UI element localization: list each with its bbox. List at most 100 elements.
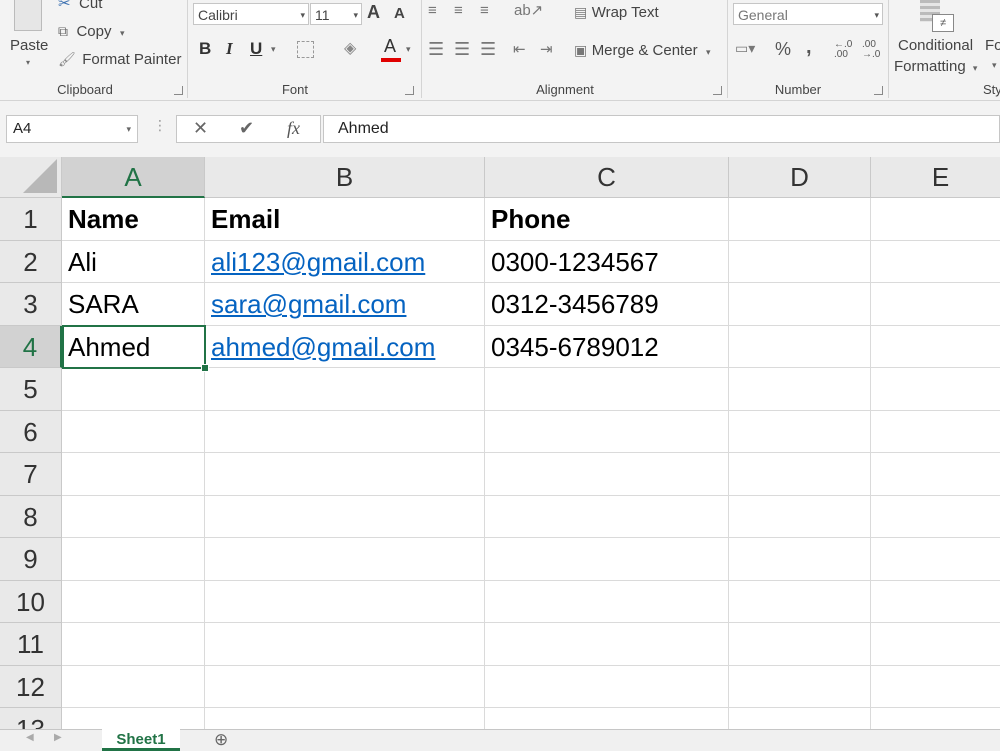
column-header-a[interactable]: A [62,157,205,198]
row-header-8[interactable]: 8 [0,495,62,538]
cell-b8[interactable] [205,495,485,538]
cell-d8[interactable] [729,495,871,538]
cell-a4[interactable]: Ahmed [62,325,205,368]
cell-c12[interactable] [485,665,729,708]
increase-indent-icon[interactable]: ⇥ [540,40,553,58]
cancel-icon[interactable]: ✕ [193,118,208,139]
cell-c6[interactable] [485,410,729,453]
format-painter-button[interactable]: 🖌 Format Painter [58,51,181,71]
cell-d2[interactable] [729,240,871,283]
sheet-tab-sheet1[interactable]: Sheet1 [102,729,180,751]
cell-a13[interactable] [62,708,205,729]
conditional-formatting-button[interactable]: ≠ Conditional Formatting ▾ [894,0,984,78]
cell-a11[interactable] [62,623,205,666]
wrap-text-button[interactable]: ▤ Wrap Text [574,4,659,22]
row-header-11[interactable]: 11 [0,623,62,666]
cell-c13[interactable] [485,708,729,729]
chevron-down-icon[interactable]: ▾ [406,44,411,55]
cell-d11[interactable] [729,623,871,666]
row-header-3[interactable]: 3 [0,283,62,326]
orientation-icon[interactable]: ab↗ [514,1,543,19]
align-center-icon[interactable]: ☰ [454,39,470,60]
column-header-d[interactable]: D [729,157,871,198]
cell-d13[interactable] [729,708,871,729]
cell-d12[interactable] [729,665,871,708]
enter-icon[interactable]: ✔ [239,118,254,139]
cell-a5[interactable] [62,368,205,411]
cell-e13[interactable] [871,708,1000,729]
grow-font-button[interactable]: A [367,2,380,23]
fill-handle[interactable] [201,364,209,372]
cell-a8[interactable] [62,495,205,538]
font-name-select[interactable]: Calibri ▾ [193,3,309,25]
copy-button[interactable]: ⧉ Copy ▾ [58,23,124,43]
cell-b5[interactable] [205,368,485,411]
align-left-icon[interactable]: ☰ [428,39,444,60]
row-header-10[interactable]: 10 [0,580,62,623]
cell-c5[interactable] [485,368,729,411]
align-top-icon[interactable]: ≡ [428,2,437,19]
dialog-launcher-icon[interactable] [405,86,414,95]
cut-button[interactable]: ✂ Cut [58,0,102,14]
cell-e5[interactable] [871,368,1000,411]
scroll-left-icon[interactable]: ◀ [26,732,34,743]
cell-d6[interactable] [729,410,871,453]
row-header-5[interactable]: 5 [0,368,62,411]
shrink-font-button[interactable]: A [394,5,405,22]
cell-e6[interactable] [871,411,1000,453]
cell-e8[interactable] [871,496,1000,538]
cell-a3[interactable]: SARA [62,283,205,326]
cell-b9[interactable] [205,538,485,581]
cell-c10[interactable] [485,580,729,623]
cell-b10[interactable] [205,580,485,623]
cell-b3[interactable]: sara@gmail.com [205,283,485,326]
add-sheet-icon[interactable]: ⊕ [214,730,228,750]
dialog-launcher-icon[interactable] [174,86,183,95]
cell-b2[interactable]: ali123@gmail.com [205,240,485,283]
bold-button[interactable]: B [199,39,211,59]
cell-b12[interactable] [205,665,485,708]
cell-c1[interactable]: Phone [485,198,729,241]
row-header-4[interactable]: 4 [0,325,62,368]
merge-center-button[interactable]: ▣ Merge & Center ▾ [574,42,711,60]
column-header-e[interactable]: E [871,157,1000,198]
cell-a9[interactable] [62,538,205,581]
format-as-table-button[interactable]: Fo [985,37,1000,54]
row-header-6[interactable]: 6 [0,410,62,453]
formula-input[interactable]: Ahmed [323,115,1000,143]
align-right-icon[interactable]: ☰ [480,39,496,60]
cell-a12[interactable] [62,665,205,708]
cell-c3[interactable]: 0312-3456789 [485,283,729,326]
cell-c2[interactable]: 0300-1234567 [485,240,729,283]
cell-e4[interactable] [871,326,1000,368]
decrease-indent-icon[interactable]: ⇤ [513,40,526,58]
row-header-7[interactable]: 7 [0,453,62,496]
cell-a7[interactable] [62,453,205,496]
borders-icon[interactable] [297,41,314,58]
cell-a2[interactable]: Ali [62,240,205,283]
fill-color-icon[interactable]: ◈ [344,38,356,58]
cell-a1[interactable]: Name [62,198,205,241]
cell-b11[interactable] [205,623,485,666]
cell-a6[interactable] [62,410,205,453]
insert-function-icon[interactable]: fx [287,118,300,139]
align-bottom-icon[interactable]: ≡ [480,2,489,19]
name-box[interactable]: A4 ▾ [6,115,138,143]
column-header-b[interactable]: B [205,157,485,198]
dialog-launcher-icon[interactable] [874,86,883,95]
cell-d9[interactable] [729,538,871,581]
comma-style-button[interactable]: , [806,36,812,59]
cell-e3[interactable] [871,283,1000,326]
column-header-c[interactable]: C [485,157,729,198]
cell-c11[interactable] [485,623,729,666]
cell-a10[interactable] [62,580,205,623]
cell-d4[interactable] [729,325,871,368]
cell-e9[interactable] [871,538,1000,581]
cell-d5[interactable] [729,368,871,411]
align-middle-icon[interactable]: ≡ [454,2,463,19]
row-header-13[interactable]: 13 [0,708,62,729]
scroll-right-icon[interactable]: ▶ [54,732,62,743]
row-header-2[interactable]: 2 [0,240,62,283]
cell-c9[interactable] [485,538,729,581]
cell-d1[interactable] [729,198,871,241]
